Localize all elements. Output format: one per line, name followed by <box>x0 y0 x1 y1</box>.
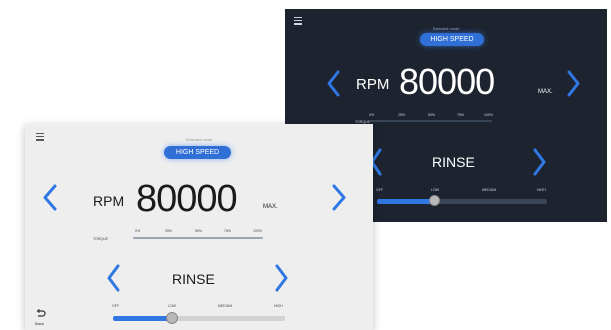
speed-slider-fill <box>377 199 433 204</box>
rpm-max-label: MAX. <box>263 204 278 210</box>
torque-tick: 25% <box>398 113 406 117</box>
program-next-chevron-icon[interactable] <box>532 148 547 176</box>
light-screen: Selected mode HIGH SPEED RPM 80000 MAX. … <box>25 124 373 330</box>
torque-tick: 75% <box>224 229 232 233</box>
torque-tick: 25% <box>165 229 173 233</box>
torque-tick: 50% <box>195 229 203 233</box>
rpm-label: RPM <box>93 193 125 209</box>
torque-tick: 100% <box>253 229 262 233</box>
rpm-increase-chevron-icon[interactable] <box>566 70 581 97</box>
torque-bar <box>133 237 263 239</box>
rpm-max-label: MAX. <box>538 89 553 95</box>
torque-tick: 75% <box>457 113 465 117</box>
program-next-chevron-icon[interactable] <box>274 264 289 292</box>
menu-icon[interactable] <box>294 17 302 27</box>
mode-button[interactable]: HIGH SPEED <box>420 33 484 46</box>
torque-tick: 100% <box>484 113 493 117</box>
program-name: RINSE <box>172 271 215 287</box>
speed-level-label: HIGH <box>274 304 283 308</box>
program-prev-chevron-icon[interactable] <box>106 264 121 292</box>
torque-tick: 0% <box>369 113 375 117</box>
torque-tick: 0% <box>135 229 141 233</box>
rpm-value: 80000 <box>136 178 238 220</box>
speed-slider-fill <box>113 316 170 321</box>
speed-slider-handle[interactable] <box>166 312 178 324</box>
rpm-label: RPM <box>356 76 390 93</box>
menu-icon[interactable] <box>36 133 44 143</box>
program-name: RINSE <box>432 154 475 170</box>
speed-level-label: OFF <box>112 304 119 308</box>
speed-level-label: LOW <box>431 188 439 192</box>
speed-level-label: LOW <box>168 304 176 308</box>
rpm-decrease-chevron-icon[interactable] <box>326 70 341 97</box>
rpm-increase-chevron-icon[interactable] <box>331 184 347 211</box>
speed-level-label: MEDIUM <box>218 304 233 308</box>
torque-tick: 50% <box>428 113 436 117</box>
speed-level-label: MEDIUM <box>482 188 497 192</box>
mode-caption: Selected mode <box>185 137 213 142</box>
torque-label: TORQUE <box>93 237 108 241</box>
torque-bar <box>369 120 492 122</box>
speed-level-label: OFF <box>376 188 383 192</box>
speed-level-label: HIGH <box>537 188 546 192</box>
mode-button[interactable]: HIGH SPEED <box>164 146 231 159</box>
rpm-decrease-chevron-icon[interactable] <box>42 184 58 211</box>
mode-caption: Selected mode <box>432 26 460 31</box>
back-arrow-icon[interactable] <box>36 309 46 319</box>
rpm-value: 80000 <box>399 61 495 102</box>
back-label[interactable]: Back <box>35 321 44 326</box>
speed-slider-handle[interactable] <box>429 195 440 206</box>
